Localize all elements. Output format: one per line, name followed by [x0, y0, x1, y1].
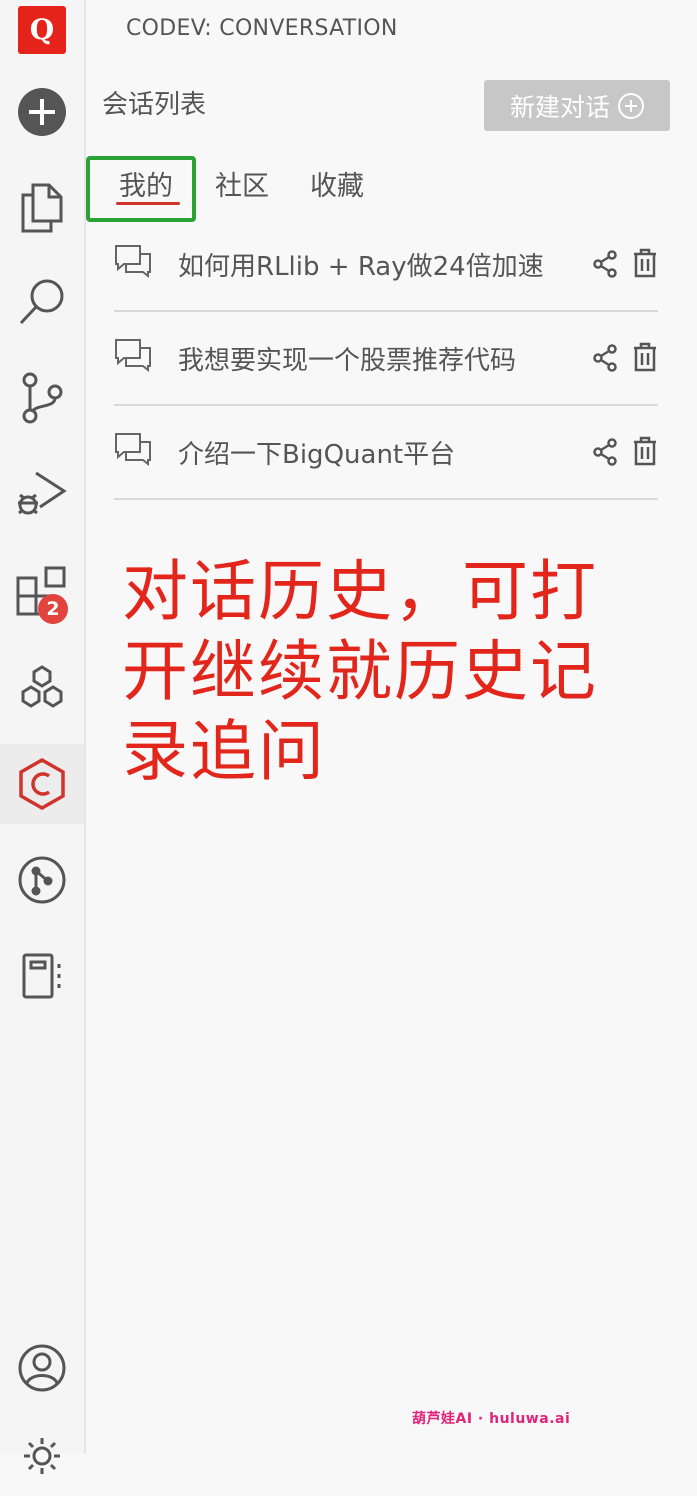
list-item[interactable]: 介绍一下BigQuant平台	[114, 406, 658, 500]
new-conversation-label: 新建对话	[509, 92, 610, 122]
chat-icon	[115, 433, 151, 466]
plus-circle-icon	[618, 92, 644, 119]
run-debug-icon[interactable]	[0, 454, 84, 534]
account-icon[interactable]	[0, 1328, 84, 1408]
highlight-box	[86, 156, 196, 222]
chat-icon	[115, 339, 151, 372]
source-control-icon[interactable]	[0, 358, 84, 438]
codev-icon[interactable]	[0, 744, 84, 824]
share-icon[interactable]	[592, 250, 618, 278]
list-item[interactable]: 如何用RLlib + Ray做24倍加速	[114, 218, 658, 312]
list-item[interactable]: 我想要实现一个股票推荐代码	[114, 312, 658, 406]
trash-icon[interactable]	[632, 248, 658, 278]
watermark: 葫芦娃AI · huluwa.ai	[412, 1411, 571, 1427]
trash-icon[interactable]	[632, 436, 658, 466]
conversation-panel: CODEV: CONVERSATION 会话列表 新建对话 我的 社区 收藏 如…	[86, 0, 697, 1454]
settings-icon[interactable]	[0, 1416, 84, 1496]
conversation-title: 我想要实现一个股票推荐代码	[178, 346, 517, 376]
chat-icon	[115, 245, 151, 278]
section-title: 会话列表	[102, 90, 207, 120]
tab-community[interactable]: 社区	[215, 164, 269, 203]
add-circle-icon[interactable]	[0, 72, 84, 152]
cubes-icon[interactable]	[0, 648, 84, 728]
annotation-text: 对话历史，可打开继续就历史记录追问	[122, 553, 598, 790]
conversation-title: 介绍一下BigQuant平台	[178, 440, 456, 470]
trash-icon[interactable]	[632, 342, 658, 372]
share-icon[interactable]	[592, 344, 618, 372]
panel-title: CODEV: CONVERSATION	[126, 16, 398, 41]
activity-bar: Q 2	[0, 0, 86, 1474]
files-icon[interactable]	[0, 168, 84, 248]
new-conversation-button[interactable]: 新建对话	[484, 80, 670, 131]
tab-favorites[interactable]: 收藏	[310, 164, 364, 203]
notebook-icon[interactable]	[0, 936, 84, 1016]
conversation-list: 如何用RLlib + Ray做24倍加速 我想要实现一个股票推荐代码 介绍一下B…	[114, 218, 658, 500]
git-graph-icon[interactable]	[0, 840, 84, 920]
extensions-badge: 2	[38, 594, 68, 624]
app-logo[interactable]: Q	[0, 0, 84, 70]
conversation-title: 如何用RLlib + Ray做24倍加速	[178, 252, 544, 282]
search-icon[interactable]	[0, 262, 84, 342]
logo-letter: Q	[18, 6, 66, 54]
share-icon[interactable]	[592, 438, 618, 466]
